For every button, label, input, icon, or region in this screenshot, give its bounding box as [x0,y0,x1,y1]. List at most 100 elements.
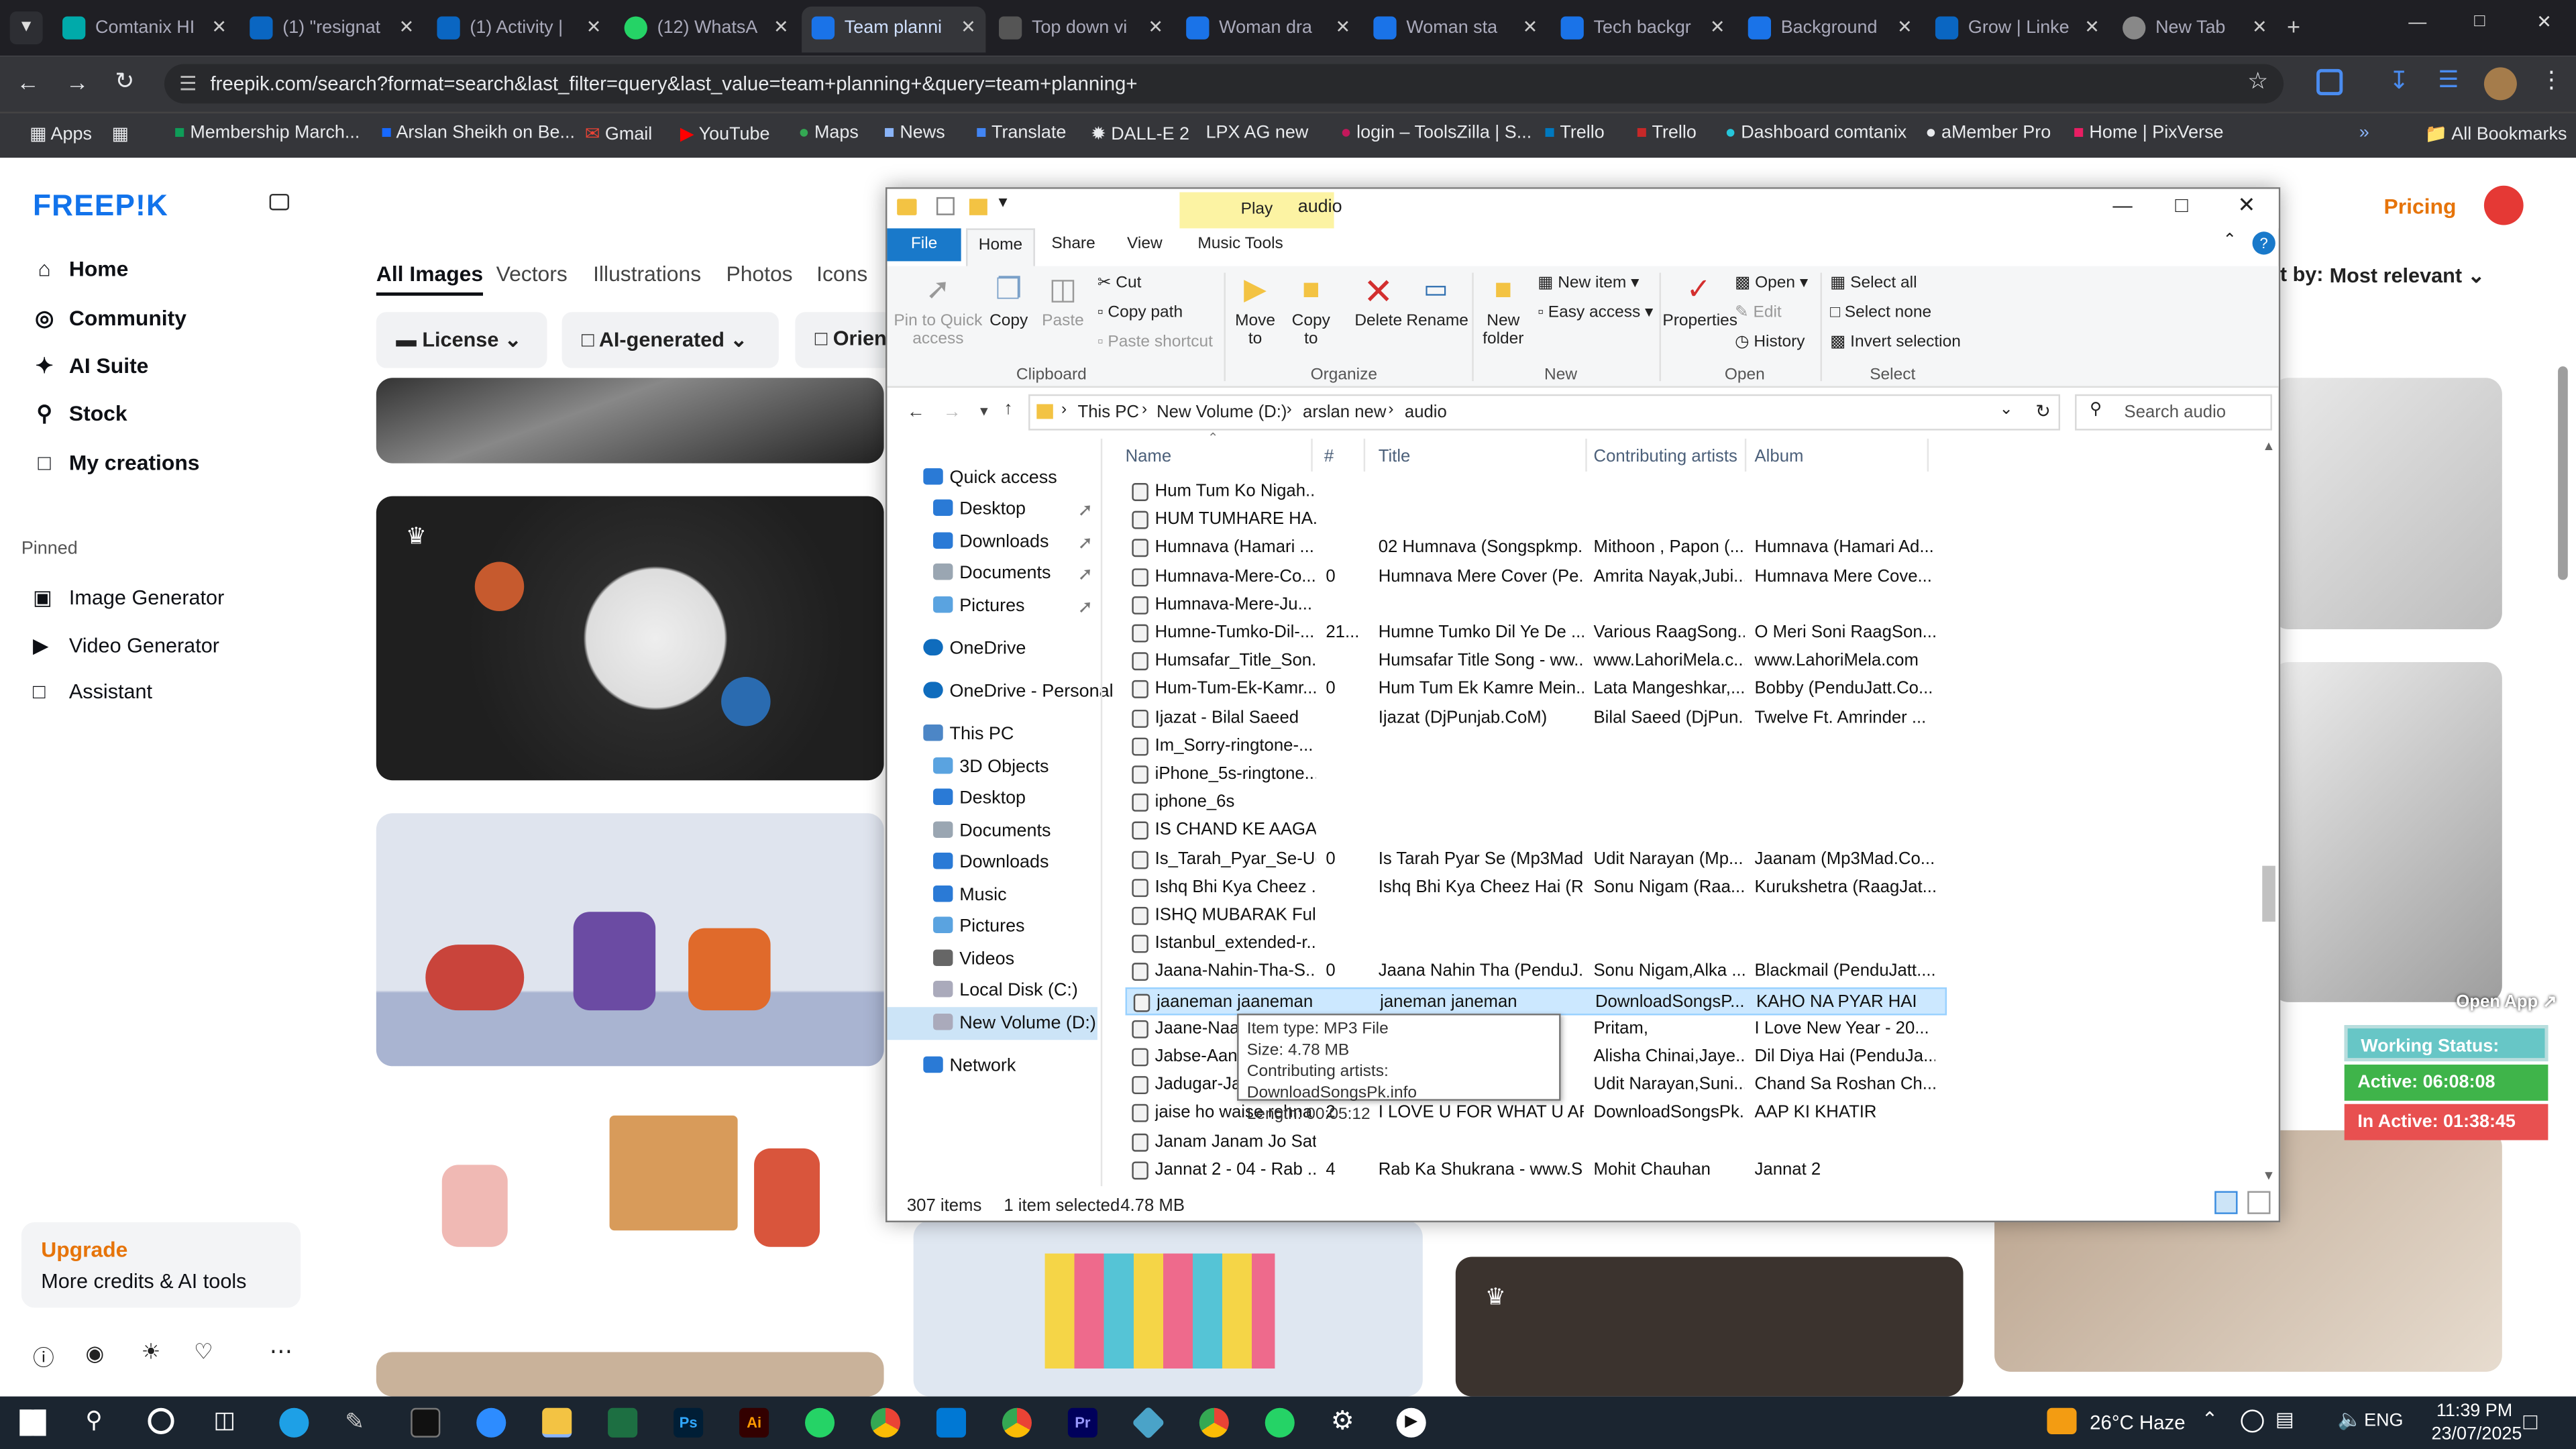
path-bar[interactable]: › This PC › New Volume (D:) › arslan new… [1028,394,2061,431]
file-row[interactable]: HUM TUMHARE HA... [1126,506,1947,535]
bookmark-item[interactable]: ● login – ToolsZilla | S... [1340,123,1532,143]
maximize-icon[interactable]: □ [2175,193,2188,217]
apps-grid-icon[interactable]: ▦ [112,123,129,144]
file-row[interactable]: Humnava-Mere-Ju... [1126,591,1947,619]
filter-orientation[interactable]: □ Orien [795,312,894,368]
file-row[interactable]: ISHQ MUBARAK Ful... [1126,902,1947,930]
url-bar[interactable]: ☰ freepik.com/search?format=search&last_… [164,64,2284,104]
minimize-icon[interactable]: — [2408,13,2426,33]
cortana-icon[interactable] [148,1407,174,1434]
bookmark-item[interactable]: ■ Trello [1636,123,1697,143]
bookmark-star-icon[interactable]: ☆ [2247,67,2268,95]
whatsapp-icon[interactable] [805,1407,835,1438]
bookmark-item[interactable]: ✹ DALL-E 2 [1091,123,1189,144]
pricing-link[interactable]: Pricing [2383,194,2456,219]
breadcrumb-this-pc[interactable]: This PC [1078,402,1139,422]
edit-button[interactable]: ✎ Edit [1735,304,1782,322]
sort-dropdown[interactable]: Most relevant ⌄ [2330,263,2485,287]
collapse-ribbon-icon[interactable]: ⌃ [2222,231,2237,250]
more-bookmarks-icon[interactable]: » [2359,123,2369,143]
file-row[interactable]: Humne-Tumko-Dil-... 21... Humne Tumko Dil … [1126,619,1947,647]
close-icon[interactable]: ✕ [961,7,976,50]
cut-button[interactable]: ✂ Cut [1097,274,1141,292]
tab-all-images[interactable]: All Images [376,261,484,296]
file-row[interactable]: Ijazat - Bilal Saeed Ijazat (DjPunjab.CoM… [1126,704,1947,733]
select-none-button[interactable]: □ Select none [1830,304,1931,322]
extension-icon[interactable] [2316,68,2343,96]
file-row[interactable]: Hum-Tum-Ek-Kamr... 0 Hum Tum Ek Kamre Mein… [1126,676,1947,704]
tray-app-icon[interactable] [2241,1409,2264,1433]
close-icon[interactable]: ✕ [1148,7,1163,50]
browser-tab[interactable]: New Tab ✕ [2112,7,2277,53]
clock-date[interactable]: 23/07/2025 [2432,1424,2522,1444]
network-icon[interactable]: ▤ [2275,1408,2294,1431]
file-row[interactable]: IS CHAND KE AAGAY [1126,817,1947,845]
paste-shortcut-button[interactable]: ▫ Paste shortcut [1097,333,1213,352]
browser-tab[interactable]: (12) WhatsA ✕ [614,7,798,53]
bookmark-item[interactable]: ■ Membership March... [174,123,360,143]
maximize-icon[interactable]: □ [2474,11,2485,31]
search-box[interactable]: ⚲ Search audio [2075,394,2272,431]
whatsapp-icon[interactable] [1265,1407,1295,1438]
edge-icon[interactable] [279,1407,309,1438]
pen-tool-icon[interactable]: ✎ [345,1408,374,1438]
bookmark-apps[interactable]: ▦ Apps [30,123,92,144]
notification-center-icon[interactable]: □ [2524,1408,2538,1434]
properties-qa-icon[interactable] [936,197,955,215]
help-icon[interactable]: ⓘ [33,1340,54,1372]
new-folder-button[interactable]: ■ New folder [1475,273,1531,349]
bookmark-item[interactable]: ■ Trello [1544,123,1605,143]
language-indicator[interactable]: ENG [2364,1411,2403,1431]
pin-quick-access-button[interactable]: ➚ Pin to Quick access [894,273,982,349]
chrome-icon[interactable] [1002,1407,1032,1438]
bookmark-item[interactable]: ✉ Gmail [585,123,652,144]
breadcrumb-current[interactable]: audio [1405,402,1447,422]
profile-avatar[interactable] [2483,67,2517,101]
rename-button[interactable]: ▭ Rename [1406,273,1468,330]
delete-button[interactable]: ✕ Delete [1350,272,1406,330]
copy-button[interactable]: ❐ Copy [983,273,1035,331]
invert-selection-button[interactable]: ▩ Invert selection [1830,333,1961,352]
file-row[interactable]: Jannat 2 - 04 - Rab ... 4 Rab Ka Shukrana … [1126,1157,1947,1183]
refresh-icon[interactable]: ↻ [2035,401,2051,422]
close-icon[interactable]: ✕ [1336,7,1351,50]
back-arrow-icon[interactable]: ← [907,402,925,422]
bookmark-item[interactable]: ● Maps [798,123,859,143]
ribbon-tab-home[interactable]: Home [966,228,1035,266]
close-window-icon[interactable]: ✕ [2536,11,2552,33]
file-list-scrollbar[interactable] [2262,865,2275,922]
new-item-button[interactable]: ▦ New item ▾ [1538,274,1639,292]
collapse-sidebar-icon[interactable] [269,193,290,211]
chrome-icon[interactable] [870,1407,901,1438]
illustrator-icon[interactable]: Ai [739,1407,769,1438]
close-icon[interactable]: ✕ [399,7,415,50]
minimize-icon[interactable]: — [2112,194,2132,217]
file-row[interactable]: Istanbul_extended-r... [1126,930,1947,959]
ribbon-tab-share[interactable]: Share [1051,235,1095,253]
weather-text[interactable]: 26°C Haze [2090,1411,2185,1434]
scroll-down-icon[interactable]: ▼ [2262,1168,2275,1183]
page-scrollbar[interactable] [2558,366,2568,580]
all-bookmarks[interactable]: 📁 All Bookmarks [2425,123,2567,144]
file-row[interactable]: Janam Janam Jo Sath [1126,1128,1947,1156]
result-image[interactable] [2271,378,2502,629]
nav-home[interactable]: ⌂ Home [33,256,128,281]
tab-illustrations[interactable]: Illustrations [593,261,701,286]
close-icon[interactable]: ✕ [773,7,789,50]
new-folder-qa-icon[interactable] [969,199,987,215]
tab-icons[interactable]: Icons [816,261,867,286]
result-image[interactable] [2271,661,2502,1002]
tray-chevron-icon[interactable]: ⌃ [2202,1408,2218,1431]
column-title[interactable]: Title [1379,447,1411,466]
more-options-icon[interactable]: ⋯ [270,1337,292,1365]
close-icon[interactable]: ✕ [2084,7,2100,50]
breadcrumb-folder[interactable]: arslan new [1303,402,1386,422]
media-control-icon[interactable]: ☰ [2438,66,2459,94]
nav-my-creations[interactable]: □ My creations [33,450,200,475]
back-arrow-icon[interactable]: ← [16,69,39,95]
bookmark-item[interactable]: LPX AG new [1206,123,1309,143]
help-icon[interactable]: ? [2252,231,2275,255]
close-icon[interactable]: ✕ [1710,7,1725,50]
file-row[interactable]: iphone_6s [1126,789,1947,817]
weather-icon[interactable] [2047,1407,2077,1434]
